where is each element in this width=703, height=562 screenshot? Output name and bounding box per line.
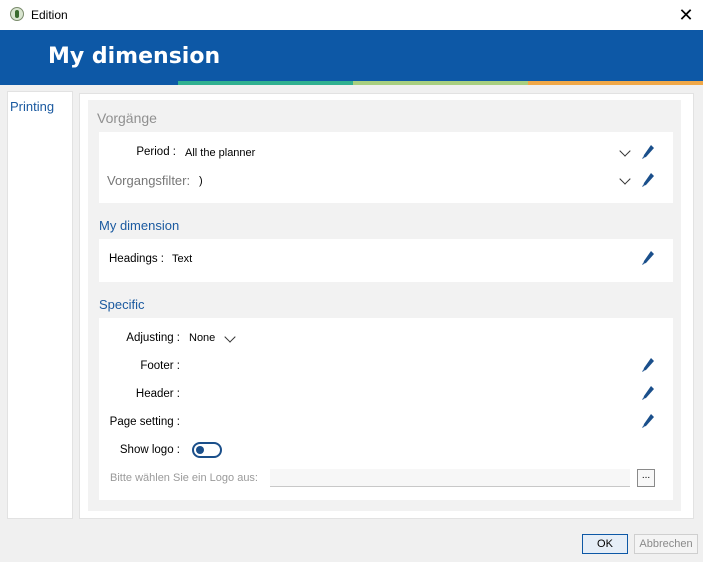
logo-prompt-label: Bitte wählen Sie ein Logo aus: — [110, 472, 258, 484]
show-logo-label: Show logo : — [119, 444, 180, 456]
chevron-down-icon[interactable] — [619, 145, 631, 157]
section-title-vorgaenge: Vorgänge — [97, 110, 157, 126]
filter-label: Vorgangsfilter: — [107, 173, 191, 188]
toggle-knob — [196, 446, 204, 454]
logo-path-input[interactable] — [270, 469, 630, 487]
pencil-icon[interactable] — [641, 413, 655, 429]
pencil-icon[interactable] — [641, 250, 655, 266]
show-logo-toggle[interactable] — [192, 442, 222, 458]
sidebar-item-printing[interactable]: Printing — [10, 99, 54, 114]
page-title: My dimension — [48, 44, 221, 69]
accent-stripe — [178, 81, 353, 85]
accent-stripe — [353, 81, 528, 85]
vorgaenge-card: Period : All the planner Vorgangsfilter:… — [99, 132, 673, 203]
header-banner: My dimension — [0, 30, 703, 85]
title-bar: Edition ✕ — [0, 0, 703, 30]
filter-value[interactable]: ) — [199, 175, 203, 187]
headings-label: Headings : — [109, 253, 164, 265]
ok-button[interactable]: OK — [582, 534, 628, 554]
window-title: Edition — [31, 8, 68, 22]
adjusting-label: Adjusting : — [126, 332, 180, 344]
section-title-specific: Specific — [99, 297, 145, 312]
close-icon[interactable]: ✕ — [669, 0, 703, 30]
pencil-icon[interactable] — [641, 385, 655, 401]
app-icon — [10, 7, 24, 21]
accent-stripe — [0, 81, 178, 85]
page-setting-label: Page setting : — [109, 416, 180, 428]
pencil-icon[interactable] — [641, 357, 655, 373]
headings-value: Text — [172, 253, 193, 265]
dimension-card: Headings : Text — [99, 239, 673, 282]
chevron-down-icon[interactable] — [619, 173, 631, 185]
cancel-button[interactable]: Abbrechen — [634, 534, 698, 554]
footer-label: Footer : — [140, 360, 180, 372]
pencil-icon[interactable] — [641, 172, 655, 188]
accent-stripe — [528, 81, 703, 85]
section-title-dimension: My dimension — [99, 218, 180, 233]
chevron-down-icon[interactable] — [224, 331, 236, 343]
browse-button[interactable]: ... — [637, 469, 655, 487]
specific-card: Adjusting : None Footer : Header : Page … — [99, 318, 673, 500]
period-value[interactable]: All the planner — [185, 147, 255, 159]
pencil-icon[interactable] — [641, 144, 655, 160]
header-label: Header : — [135, 388, 180, 400]
sidebar: Printing — [7, 91, 73, 519]
adjusting-value[interactable]: None — [189, 332, 215, 344]
period-label: Period : — [136, 146, 176, 158]
